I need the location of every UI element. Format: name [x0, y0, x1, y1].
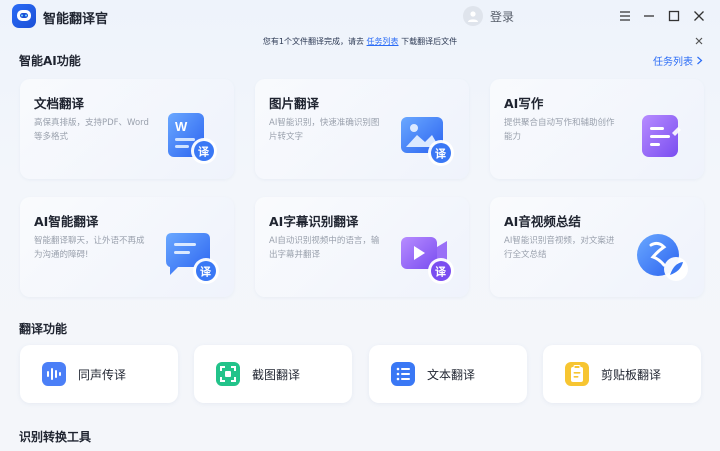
card-title: AI智能翻译 — [34, 214, 99, 229]
function-label: 截图翻译 — [252, 368, 301, 382]
section-title-translate: 翻译功能 — [19, 322, 68, 336]
card-ai-chat-translate[interactable]: AI智能翻译 智能翻译聊天，让外语不再成为沟通的障碍! 译 — [20, 197, 234, 297]
section-title-tools: 识别转换工具 — [19, 430, 92, 444]
badge-text: 译 — [435, 266, 447, 279]
function-text-translate[interactable]: 文本翻译 — [369, 345, 527, 403]
function-clipboard-translate[interactable]: 剪贴板翻译 — [543, 345, 701, 403]
task-list-link[interactable]: 任务列表 — [653, 53, 703, 68]
card-desc: 高保真排版，支持PDF、Word等多格式 — [34, 118, 149, 142]
notice-close-icon[interactable] — [693, 35, 705, 47]
card-image-translate[interactable]: 图片翻译 AI智能识别，快速准确识别图片转文字 译 — [255, 79, 469, 179]
function-label: 同声传译 — [78, 368, 127, 382]
section-title-ai: 智能AI功能 — [19, 54, 81, 68]
close-icon[interactable] — [689, 6, 709, 26]
completion-notice: 您有1个文件翻译完成，请去 任务列表 下载翻译后文件 — [0, 36, 720, 50]
function-label: 文本翻译 — [427, 368, 476, 382]
voice-wave-icon — [42, 362, 66, 386]
notice-suffix: 下载翻译后文件 — [401, 37, 458, 46]
maximize-icon[interactable] — [664, 6, 684, 26]
badge-text: 译 — [198, 146, 210, 159]
badge-text: 译 — [435, 148, 447, 161]
card-title: 文档翻译 — [34, 96, 85, 111]
card-title: 图片翻译 — [269, 96, 320, 111]
svg-text:W: W — [175, 119, 188, 134]
ai-writing-icon — [642, 115, 681, 157]
document-translate-icon: W 译 — [168, 113, 217, 164]
card-title: AI音视频总结 — [504, 214, 581, 229]
avatar-icon — [463, 6, 483, 26]
login-button[interactable]: 登录 — [463, 5, 514, 27]
card-ai-av-summary[interactable]: AI音视频总结 AI智能识别音视频，对文案进行全文总结 — [490, 197, 704, 297]
clipboard-icon — [565, 362, 589, 386]
notice-prefix: 您有1个文件翻译完成，请去 — [262, 37, 364, 46]
function-label: 剪贴板翻译 — [601, 368, 662, 382]
function-screenshot-translate[interactable]: 截图翻译 — [194, 345, 352, 403]
login-label: 登录 — [490, 9, 515, 24]
card-desc: AI自动识别视频中的语言，输出字幕并翻译 — [269, 236, 380, 260]
text-list-icon — [391, 362, 415, 386]
badge-text: 译 — [200, 266, 212, 279]
app-logo-icon — [12, 4, 36, 28]
card-document-translate[interactable]: 文档翻译 高保真排版，支持PDF、Word等多格式 W 译 — [20, 79, 234, 179]
task-list-label: 任务列表 — [653, 57, 693, 68]
av-summary-icon — [637, 234, 688, 281]
title-bar: 智能翻译官 登录 — [0, 0, 720, 32]
menu-icon[interactable] — [615, 6, 635, 26]
chevron-right-icon — [697, 56, 703, 65]
minimize-icon[interactable] — [639, 6, 659, 26]
card-title: AI写作 — [504, 96, 544, 111]
app-title: 智能翻译官 — [43, 12, 109, 27]
card-ai-writing[interactable]: AI写作 提供聚合自动写作和辅助创作能力 — [490, 79, 704, 179]
card-ai-subtitle-translate[interactable]: AI字幕识别翻译 AI自动识别视频中的语言，输出字幕并翻译 译 — [255, 197, 469, 297]
card-desc: 智能翻译聊天，让外语不再成为沟通的障碍! — [34, 236, 145, 260]
card-desc: AI智能识别音视频，对文案进行全文总结 — [504, 236, 615, 260]
card-desc: AI智能识别，快速准确识别图片转文字 — [269, 118, 380, 142]
image-translate-icon: 译 — [401, 117, 454, 166]
chat-translate-icon: 译 — [166, 233, 219, 284]
notice-task-list-link[interactable]: 任务列表 — [367, 37, 399, 46]
card-title: AI字幕识别翻译 — [269, 214, 359, 229]
function-simultaneous-interpretation[interactable]: 同声传译 — [20, 345, 178, 403]
card-desc: 提供聚合自动写作和辅助创作能力 — [504, 118, 615, 142]
video-subtitle-icon: 译 — [401, 237, 454, 284]
screenshot-icon — [216, 362, 240, 386]
